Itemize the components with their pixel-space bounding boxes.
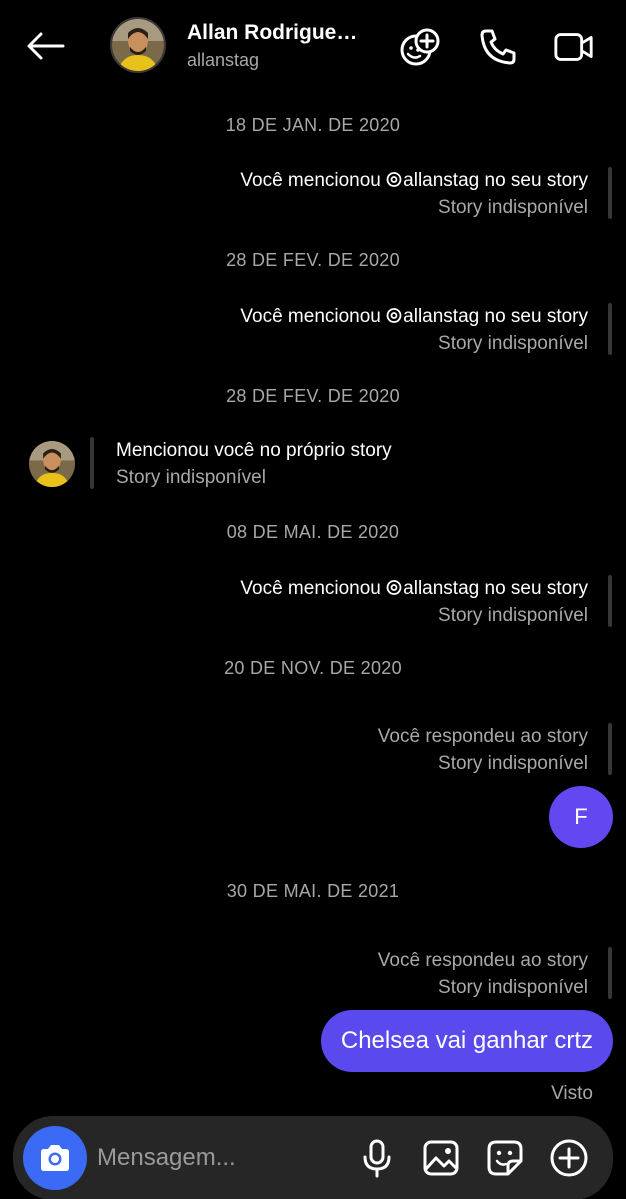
date-separator: 30 DE MAI. DE 2021 [226, 881, 400, 901]
message-input[interactable] [97, 1140, 337, 1176]
contact-name[interactable]: Allan Rodrigue… [187, 21, 367, 45]
reply-bubble[interactable]: F [549, 786, 613, 848]
story-reply[interactable]: Você respondeu ao story Story indisponív… [378, 726, 588, 775]
mention-at-icon [386, 308, 402, 323]
story-preview-bar [608, 303, 612, 355]
story-unavailable: Story indisponível [438, 753, 588, 774]
chat-screen: Allan Rodrigue… allanstag 18 DE JAN. DE … [0, 0, 626, 1199]
date-separator: 08 DE MAI. DE 2020 [226, 522, 400, 542]
story-mention[interactable]: Você mencionou allanstag no seu story St… [240, 578, 588, 627]
sticker-icon[interactable] [483, 1136, 527, 1180]
video-camera-icon[interactable] [553, 26, 595, 68]
contact-username[interactable]: allanstag [187, 50, 259, 71]
story-unavailable: Story indisponível [438, 977, 588, 998]
story-mention[interactable]: Você mencionou allanstag no seu story St… [240, 170, 588, 219]
mention-at-icon [386, 580, 402, 595]
story-unavailable: Story indisponível [116, 467, 266, 488]
story-unavailable: Story indisponível [438, 605, 588, 626]
story-preview-bar [608, 167, 612, 219]
story-mention[interactable]: Você mencionou allanstag no seu story St… [240, 306, 588, 355]
chat-header: Allan Rodrigue… allanstag [0, 0, 626, 96]
date-separator: 28 DE FEV. DE 2020 [226, 250, 400, 270]
story-preview-bar [608, 723, 612, 775]
date-separator: 18 DE JAN. DE 2020 [225, 115, 401, 135]
sender-avatar[interactable] [29, 441, 75, 487]
story-preview-bar [608, 575, 612, 627]
camera-icon[interactable] [23, 1126, 87, 1190]
date-separator: 20 DE NOV. DE 2020 [224, 658, 402, 678]
phone-icon[interactable] [477, 26, 519, 68]
seen-status: Visto [551, 1083, 593, 1104]
mention-text: Você mencionou allanstag no seu story [240, 578, 588, 599]
reply-text: Você respondeu ao story [377, 950, 588, 971]
avatar[interactable] [110, 17, 166, 73]
incoming-mention-text: Mencionou você no próprio story [116, 440, 392, 461]
gallery-icon[interactable] [419, 1136, 463, 1180]
story-unavailable: Story indisponível [438, 333, 588, 354]
plus-icon[interactable] [547, 1136, 591, 1180]
mention-text: Você mencionou allanstag no seu story [240, 170, 588, 191]
story-unavailable: Story indisponível [438, 197, 588, 218]
reply-text: Você respondeu ao story [377, 726, 588, 747]
date-separator: 28 DE FEV. DE 2020 [226, 386, 400, 406]
message-bubble[interactable]: Chelsea vai ganhar crtz [320, 1010, 613, 1072]
message-composer [13, 1116, 613, 1199]
mention-text: Você mencionou allanstag no seu story [240, 306, 588, 327]
story-preview-bar [90, 437, 94, 489]
story-preview-bar [608, 947, 612, 999]
mention-at-icon [386, 172, 402, 187]
add-video-call-icon[interactable] [399, 26, 441, 68]
microphone-icon[interactable] [355, 1136, 399, 1180]
story-reply[interactable]: Você respondeu ao story Story indisponív… [378, 950, 588, 999]
incoming-story-mention[interactable]: Mencionou você no próprio story Story in… [116, 440, 392, 489]
back-arrow-icon[interactable] [22, 26, 68, 66]
